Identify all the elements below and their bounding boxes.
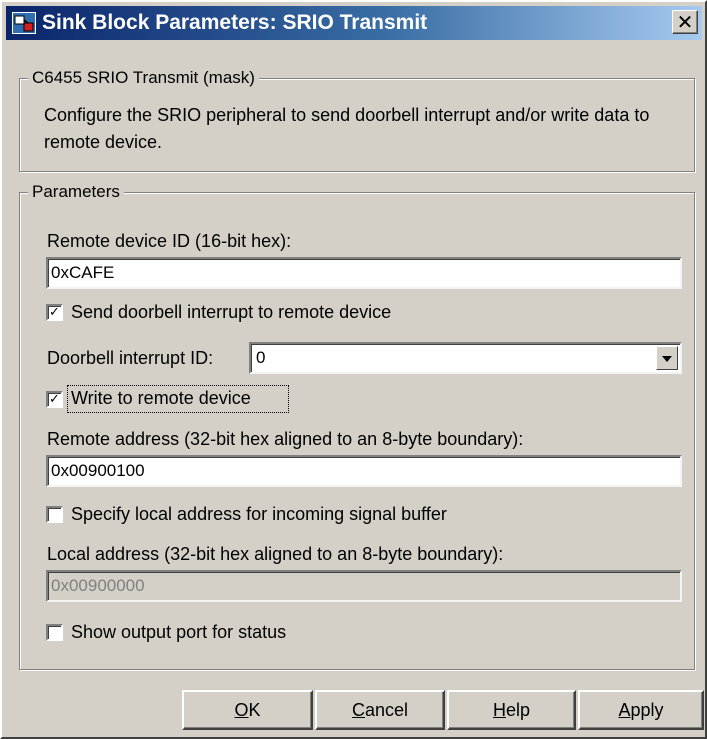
window-title: Sink Block Parameters: SRIO Transmit [42, 11, 428, 34]
mask-group-legend: C6455 SRIO Transmit (mask) [28, 67, 259, 89]
close-icon: ✕ [676, 10, 694, 34]
help-button-mnemonic: H [492, 700, 506, 720]
parameters-group-legend: Parameters [28, 181, 124, 203]
send-doorbell-label[interactable]: Send doorbell interrupt to remote device [71, 301, 391, 323]
specify-local-label[interactable]: Specify local address for incoming signa… [71, 503, 447, 525]
cancel-button-label: ancel [364, 700, 409, 720]
write-remote-label[interactable]: Write to remote device [71, 387, 251, 409]
apply-button[interactable]: Apply [578, 690, 704, 730]
checkmark-icon: ✓ [49, 392, 60, 407]
help-button-label: elp [505, 700, 531, 720]
cancel-button-mnemonic: C [351, 700, 365, 720]
remote-address-input[interactable]: 0x00900100 [46, 455, 682, 487]
apply-button-label: pply [630, 700, 664, 720]
simulink-block-icon [12, 12, 36, 34]
doorbell-id-select[interactable]: 0 [249, 342, 682, 374]
apply-button-mnemonic: A [618, 700, 631, 720]
dialog-window: Sink Block Parameters: SRIO Transmit ✕ C… [0, 0, 707, 739]
local-address-input: 0x00900000 [46, 570, 682, 602]
send-doorbell-checkbox[interactable]: ✓ [46, 304, 63, 321]
write-remote-checkbox[interactable]: ✓ [46, 391, 63, 408]
checkmark-icon: ✓ [49, 305, 60, 320]
doorbell-id-value: 0 [256, 348, 266, 367]
close-button[interactable]: ✕ [672, 10, 698, 34]
cancel-button[interactable]: Cancel [315, 690, 445, 730]
mask-description: Configure the SRIO peripheral to send do… [44, 105, 650, 152]
show-status-checkbox[interactable] [46, 624, 63, 641]
remote-device-id-label: Remote device ID (16-bit hex): [47, 231, 292, 251]
help-button[interactable]: Help [447, 690, 576, 730]
chevron-down-icon [662, 356, 672, 362]
title-bar[interactable]: Sink Block Parameters: SRIO Transmit ✕ [6, 6, 702, 40]
remote-address-label: Remote address (32-bit hex aligned to an… [47, 429, 524, 449]
remote-device-id-input[interactable]: 0xCAFE [46, 257, 682, 289]
ok-button[interactable]: OK [182, 690, 313, 730]
dropdown-button[interactable] [656, 346, 678, 370]
ok-button-label: K [248, 700, 261, 720]
doorbell-id-label: Doorbell interrupt ID: [47, 348, 214, 368]
specify-local-checkbox[interactable] [46, 506, 63, 523]
local-address-label: Local address (32-bit hex aligned to an … [47, 544, 504, 564]
show-status-label[interactable]: Show output port for status [71, 621, 286, 643]
ok-button-mnemonic: O [234, 700, 249, 720]
